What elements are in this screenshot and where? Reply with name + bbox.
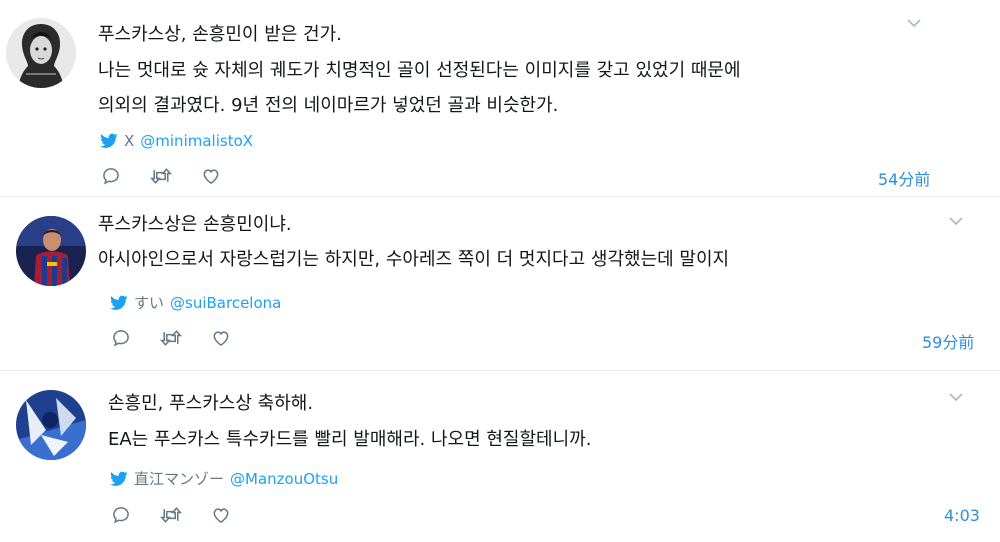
tweet-timestamp[interactable]: 4:03: [944, 506, 980, 525]
tweet-text-line: 푸스카스상, 손흥민이 받은 건가.: [98, 24, 342, 45]
tweet-actions: [100, 165, 222, 187]
reply-icon[interactable]: [110, 327, 132, 349]
avatar[interactable]: [16, 390, 86, 460]
tweet-card-2: 푸스카스상은 손흥민이냐. 아시아인으로서 자랑스럽기는 하지만, 수아레즈 쪽…: [0, 198, 1000, 368]
chevron-down-icon[interactable]: [948, 216, 964, 226]
tweet-timestamp[interactable]: 54分前: [878, 166, 930, 190]
like-icon[interactable]: [210, 327, 232, 349]
retweet-icon[interactable]: [150, 165, 172, 187]
tweet-card-1: 푸스카스상, 손흥민이 받은 건가. 나는 멋대로 슛 자체의 궤도가 치명적인…: [0, 0, 1000, 194]
user-handle-link[interactable]: @ManzouOtsu: [230, 469, 338, 489]
twitter-bird-icon: [110, 471, 128, 487]
separator: [0, 370, 1000, 371]
like-icon[interactable]: [200, 165, 222, 187]
tweet-text-line: 아시아인으로서 자랑스럽기는 하지만, 수아레즈 쪽이 더 멋지다고 생각했는데…: [98, 249, 730, 270]
tweet-text-line: 손흥민, 푸스카스상 축하해.: [108, 393, 314, 414]
tweet-source: すい @suiBarcelona: [110, 293, 281, 313]
source-name: X: [124, 132, 135, 150]
tweet-source: X @minimalistoX: [100, 131, 253, 151]
chevron-down-icon[interactable]: [906, 18, 922, 28]
separator: [0, 196, 1000, 197]
source-name: 直江マンゾー: [134, 470, 225, 488]
user-handle-link[interactable]: @minimalistoX: [140, 131, 253, 151]
user-handle-link[interactable]: @suiBarcelona: [170, 293, 281, 313]
reply-icon[interactable]: [100, 165, 122, 187]
tweet-source: 直江マンゾー @ManzouOtsu: [110, 469, 338, 489]
retweet-icon[interactable]: [160, 327, 182, 349]
reply-icon[interactable]: [110, 504, 132, 526]
twitter-bird-icon: [100, 133, 118, 149]
tweet-card-3: 손흥민, 푸스카스상 축하해. EA는 푸스카스 특수카드를 빨리 발매해라. …: [0, 372, 1000, 542]
twitter-bird-icon: [110, 295, 128, 311]
source-name: すい: [134, 294, 165, 312]
like-icon[interactable]: [210, 504, 232, 526]
tweet-text-line: EA는 푸스카스 특수카드를 빨리 발매해라. 나오면 현질할테니까.: [108, 429, 592, 450]
tweet-text-line: 의외의 결과였다. 9년 전의 네이마르가 넣었던 골과 비슷한가.: [98, 95, 559, 116]
avatar[interactable]: [6, 18, 76, 88]
tweet-actions: [110, 504, 232, 526]
tweet-actions: [110, 327, 232, 349]
chevron-down-icon[interactable]: [948, 392, 964, 402]
avatar[interactable]: [16, 216, 86, 286]
retweet-icon[interactable]: [160, 504, 182, 526]
tweet-text-line: 푸스카스상은 손흥민이냐.: [98, 214, 292, 235]
tweet-timestamp[interactable]: 59分前: [922, 329, 974, 353]
tweet-text-line: 나는 멋대로 슛 자체의 궤도가 치명적인 골이 선정된다는 이미지를 갖고 있…: [98, 60, 741, 81]
